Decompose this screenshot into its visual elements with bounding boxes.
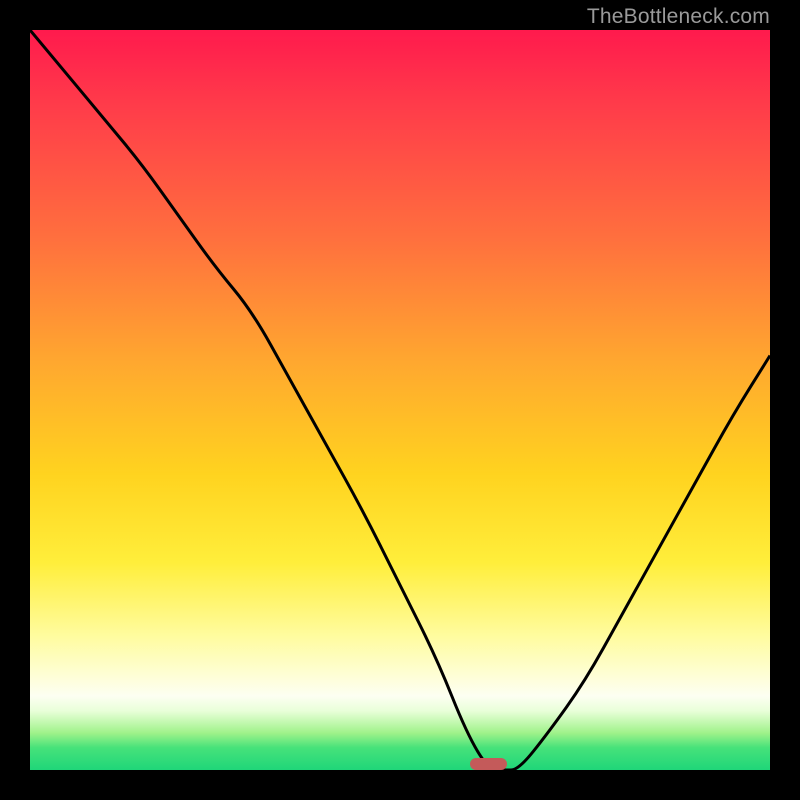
optimal-marker xyxy=(470,758,507,770)
chart-frame: TheBottleneck.com xyxy=(0,0,800,800)
plot-area xyxy=(30,30,770,770)
watermark: TheBottleneck.com xyxy=(587,6,770,27)
bottleneck-curve xyxy=(30,30,770,770)
